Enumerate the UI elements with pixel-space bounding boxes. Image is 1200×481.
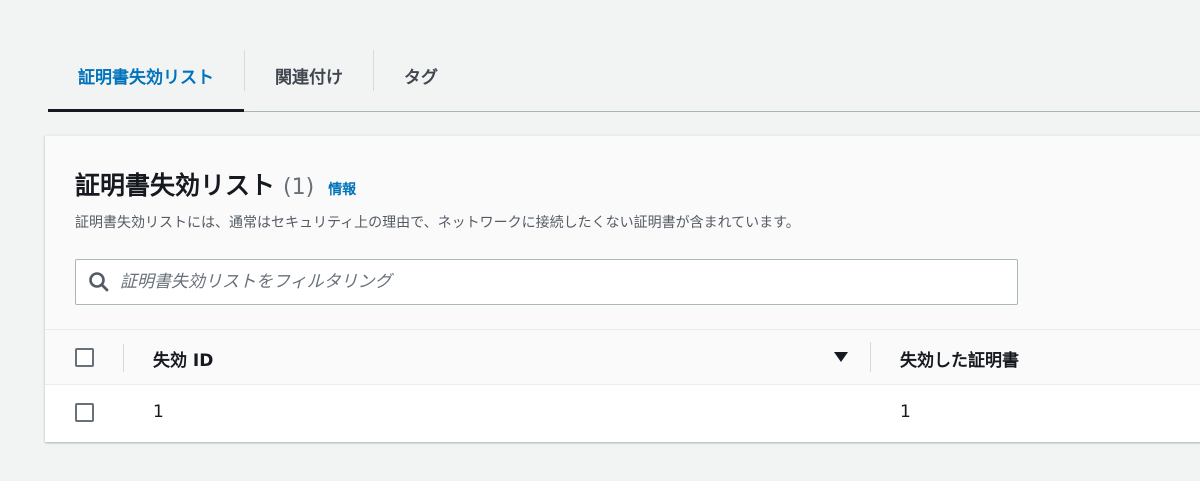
info-link[interactable]: 情報 <box>328 179 356 199</box>
column-divider <box>123 344 124 372</box>
tab-bar: 証明書失効リスト 関連付け タグ <box>48 40 1200 112</box>
search-icon <box>89 272 109 292</box>
panel-description: 証明書失効リストには、通常はセキュリティ上の理由で、ネットワークに接続したくない… <box>75 215 800 231</box>
panel-title-row: 証明書失効リスト (1) 情報 <box>75 166 356 202</box>
tab-crl[interactable]: 証明書失効リスト <box>48 40 244 112</box>
crl-panel: 証明書失効リスト (1) 情報 証明書失効リストには、通常はセキュリティ上の理由… <box>45 135 1200 442</box>
select-all-checkbox[interactable] <box>75 348 94 367</box>
cell-revoked-certificate: 1 <box>900 402 911 422</box>
column-header-revoked-certificate[interactable]: 失効した証明書 <box>900 346 1019 371</box>
panel-title: 証明書失効リスト <box>75 171 276 200</box>
tab-tags[interactable]: タグ <box>374 40 468 111</box>
cell-revocation-id: 1 <box>153 402 164 422</box>
table-header: 失効 ID 失効した証明書 <box>45 329 1200 385</box>
panel-header: 証明書失効リスト (1) 情報 証明書失効リストには、通常はセキュリティ上の理由… <box>45 136 1200 329</box>
search-field[interactable] <box>75 259 1018 305</box>
column-header-revocation-id[interactable]: 失効 ID <box>153 346 213 371</box>
row-checkbox[interactable] <box>75 403 94 422</box>
item-count: (1) <box>283 175 315 200</box>
search-input[interactable] <box>120 272 1000 292</box>
column-divider <box>870 342 871 372</box>
sort-descending-icon[interactable] <box>833 350 849 364</box>
table-row[interactable]: 1 1 <box>45 385 1200 442</box>
tab-associations[interactable]: 関連付け <box>245 40 373 111</box>
